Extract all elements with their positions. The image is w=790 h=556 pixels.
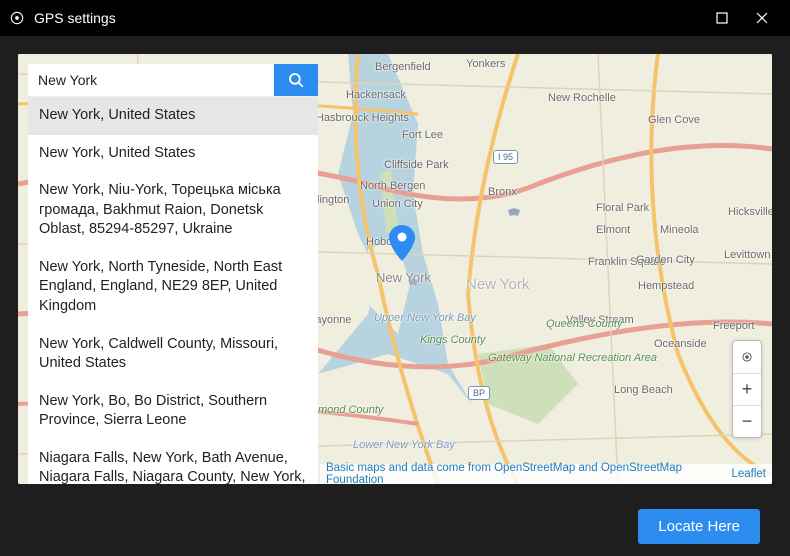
zoom-controls: + − [732,340,762,438]
locate-here-button[interactable]: Locate Here [638,509,760,544]
content-area: Yonkers Bergenfield Hackensack Hasbrouck… [0,36,790,556]
map-pin[interactable] [389,225,415,266]
suggestions-list: New York, United StatesNew York, United … [28,96,318,484]
app-window: GPS settings [0,0,790,556]
suggestion-item[interactable]: New York, Bo, Bo District, Southern Prov… [28,383,318,440]
footer: Locate Here [638,509,760,544]
suggestion-item[interactable]: New York, Niu-York, Торецька міська гром… [28,172,318,249]
attribution-leaflet[interactable]: Leaflet [731,468,766,480]
suggestion-item[interactable]: New York, United States [28,135,318,173]
search-button[interactable] [274,64,318,96]
title-bar: GPS settings [0,0,790,36]
map-attribution: Basic maps and data come from OpenStreet… [320,464,772,484]
search-input[interactable] [28,64,274,96]
attribution-text[interactable]: Basic maps and data come from OpenStreet… [326,462,731,484]
zoom-locate-button[interactable] [733,341,761,373]
suggestion-item[interactable]: Niagara Falls, New York, Bath Avenue, Ni… [28,440,318,484]
suggestion-item[interactable]: New York, Caldwell County, Missouri, Uni… [28,326,318,383]
close-button[interactable] [742,0,782,36]
suggestion-item[interactable]: New York, United States [28,97,318,135]
maximize-button[interactable] [702,0,742,36]
gps-icon [8,9,26,27]
window-title: GPS settings [34,10,116,26]
search-icon [287,71,305,89]
zoom-out-button[interactable]: − [733,405,761,437]
search-panel: New York, United StatesNew York, United … [28,64,318,484]
zoom-in-button[interactable]: + [733,373,761,405]
map-container[interactable]: Yonkers Bergenfield Hackensack Hasbrouck… [18,54,772,484]
suggestion-item[interactable]: New York, North Tyneside, North East Eng… [28,249,318,326]
search-row [28,64,318,96]
